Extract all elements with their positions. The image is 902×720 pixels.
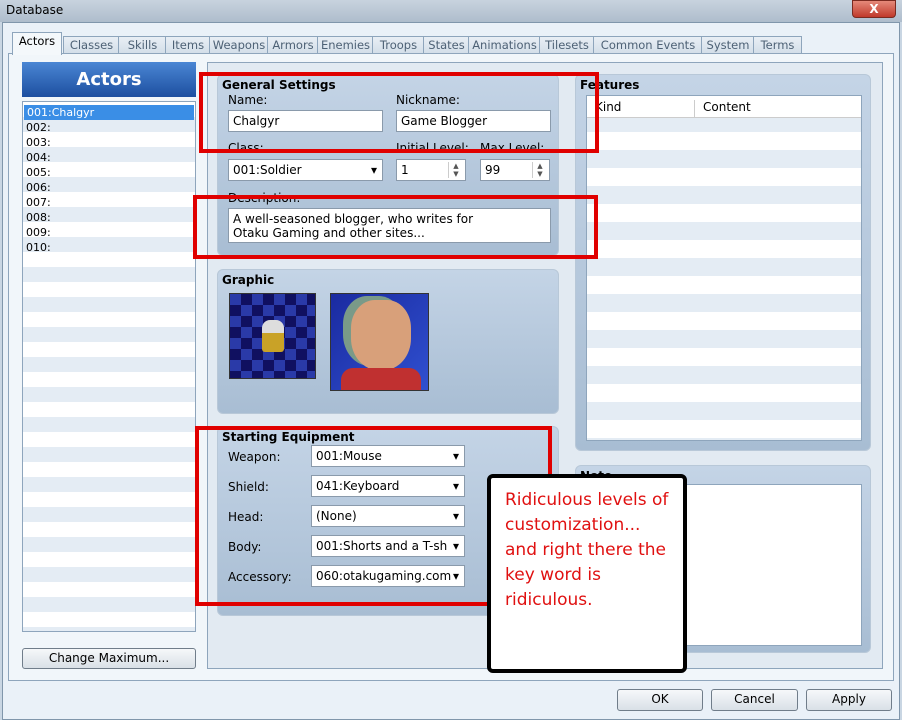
actor-list-item[interactable]: 002:: [23, 120, 195, 135]
general-settings-title: General Settings: [222, 78, 336, 92]
tab-tilesets[interactable]: Tilesets: [539, 36, 595, 54]
window-title: Database: [6, 3, 64, 17]
actor-list-item[interactable]: 005:: [23, 165, 195, 180]
nickname-label: Nickname:: [396, 93, 460, 107]
features-table[interactable]: Kind Content: [586, 95, 862, 441]
general-settings-group: General Settings Name: Chalgyr Nickname:…: [217, 74, 559, 256]
tab-weapons[interactable]: Weapons: [209, 36, 269, 54]
spin-arrows-icon[interactable]: ▲ ▼: [448, 162, 463, 178]
sprite-figure: [262, 320, 284, 352]
class-label: Class:: [228, 141, 264, 155]
tab-system[interactable]: System: [701, 36, 755, 54]
actors-header: Actors: [22, 62, 196, 97]
initial-level-value: 1: [401, 163, 409, 177]
initial-level-stepper[interactable]: 1 ▲ ▼: [396, 159, 466, 181]
face-portrait: [351, 300, 411, 370]
name-label: Name:: [228, 93, 268, 107]
apply-button[interactable]: Apply: [806, 689, 892, 711]
tab-animations[interactable]: Animations: [468, 36, 541, 54]
equipment-dropdown[interactable]: 001:Mouse: [311, 445, 465, 467]
max-level-value: 99: [485, 163, 501, 177]
features-header: Kind Content: [587, 96, 861, 118]
cancel-button[interactable]: Cancel: [711, 689, 798, 711]
description-input[interactable]: A well-seasoned blogger, who writes for O…: [228, 208, 551, 243]
tab-troops[interactable]: Troops: [372, 36, 425, 54]
description-line: Otaku Gaming and other sites...: [233, 226, 425, 240]
face-clothing: [341, 368, 421, 390]
actor-list-item[interactable]: 003:: [23, 135, 195, 150]
ok-button[interactable]: OK: [617, 689, 703, 711]
content-column-header[interactable]: Content: [703, 100, 853, 114]
equipment-label: Weapon:: [228, 450, 281, 464]
character-face[interactable]: [330, 293, 429, 391]
graphic-group: Graphic: [217, 269, 559, 414]
actor-list-item[interactable]: 007:: [23, 195, 195, 210]
equipment-label: Shield:: [228, 480, 269, 494]
change-maximum-button[interactable]: Change Maximum...: [22, 648, 196, 669]
features-group: Features Kind Content: [575, 74, 871, 451]
tab-actors[interactable]: Actors: [12, 32, 62, 55]
tab-common-events[interactable]: Common Events: [593, 36, 703, 54]
equipment-dropdown[interactable]: (None): [311, 505, 465, 527]
actor-list-item[interactable]: 009:: [23, 225, 195, 240]
description-line: A well-seasoned blogger, who writes for: [233, 212, 474, 226]
features-title: Features: [580, 78, 640, 92]
equipment-label: Body:: [228, 540, 262, 554]
spin-arrows-icon[interactable]: ▲ ▼: [532, 162, 547, 178]
description-label: Description:: [228, 191, 301, 205]
actor-list-item[interactable]: 001:Chalgyr: [24, 105, 194, 120]
close-button[interactable]: X: [852, 0, 896, 18]
actor-list-item[interactable]: 008:: [23, 210, 195, 225]
tab-enemies[interactable]: Enemies: [317, 36, 374, 54]
title-bar: Database X: [0, 0, 902, 22]
starting-equipment-title: Starting Equipment: [222, 430, 355, 444]
max-level-stepper[interactable]: 99 ▲ ▼: [480, 159, 550, 181]
actor-list[interactable]: 001:Chalgyr 002: 003: 004: 005: 006: 007: 008: 0…: [22, 101, 196, 632]
tab-items[interactable]: Items: [165, 36, 211, 54]
class-dropdown[interactable]: 001:Soldier: [228, 159, 383, 181]
equipment-label: Accessory:: [228, 570, 292, 584]
equipment-dropdown[interactable]: 041:Keyboard: [311, 475, 465, 497]
actor-list-item[interactable]: 010:: [23, 240, 195, 255]
max-level-label: Max Level:: [480, 141, 545, 155]
kind-column-header[interactable]: Kind: [595, 100, 695, 118]
tab-armors[interactable]: Armors: [267, 36, 319, 54]
tab-terms[interactable]: Terms: [753, 36, 802, 54]
actor-list-item[interactable]: 006:: [23, 180, 195, 195]
initial-level-label: Initial Level:: [396, 141, 469, 155]
graphic-title: Graphic: [222, 273, 275, 287]
character-sprite[interactable]: [229, 293, 316, 379]
equipment-dropdown[interactable]: 001:Shorts and a T-sh: [311, 535, 465, 557]
name-input[interactable]: Chalgyr: [228, 110, 383, 132]
equipment-dropdown[interactable]: 060:otakugaming.com: [311, 565, 465, 587]
tab-skills[interactable]: Skills: [118, 36, 167, 54]
equipment-label: Head:: [228, 510, 264, 524]
tab-states[interactable]: States: [423, 36, 470, 54]
tab-classes[interactable]: Classes: [63, 36, 120, 54]
annotation-callout: Ridiculous levels of customization... an…: [487, 474, 687, 673]
nickname-input[interactable]: Game Blogger: [396, 110, 551, 132]
actor-list-item[interactable]: 004:: [23, 150, 195, 165]
